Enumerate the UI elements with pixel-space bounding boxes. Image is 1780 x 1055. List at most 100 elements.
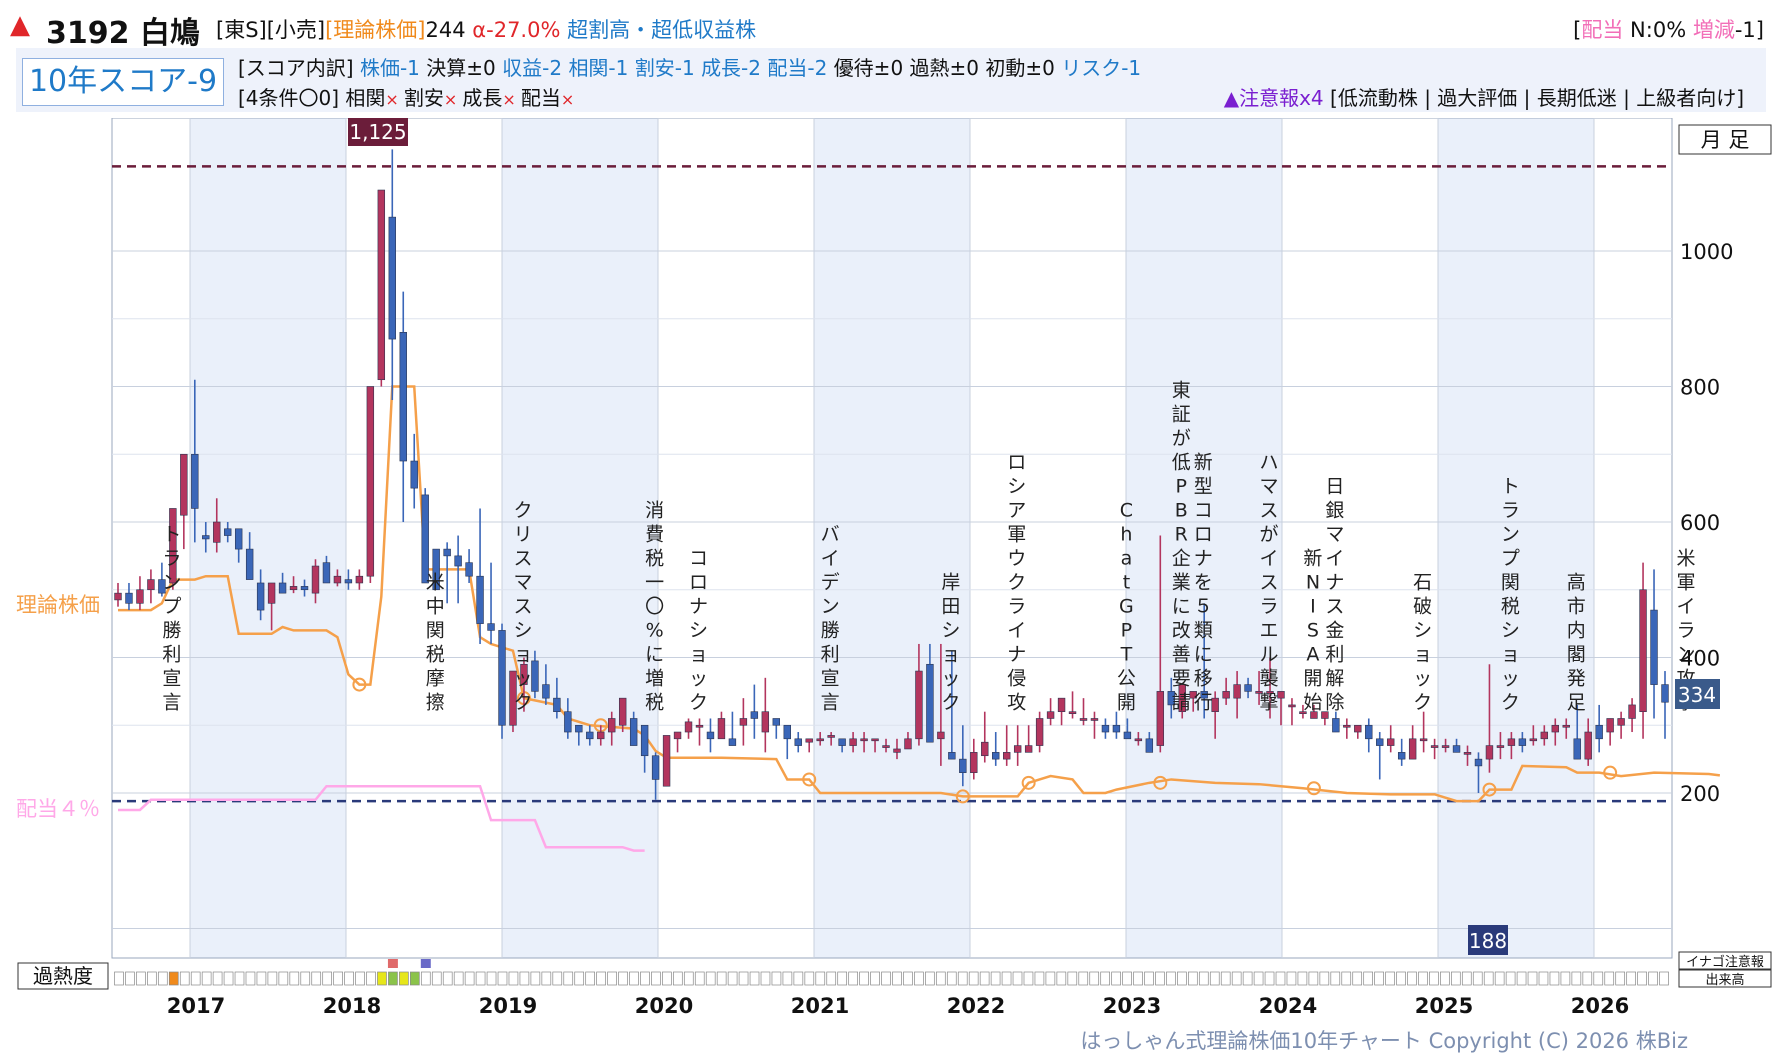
candle-body (1233, 684, 1241, 699)
event-label-char: 宣 (162, 667, 181, 689)
event-label-char: P (1121, 619, 1132, 641)
heat-cell (694, 971, 705, 986)
event-label-char: 利 (821, 643, 840, 665)
candle-body (454, 555, 462, 567)
x-tick-label: 2023 (1103, 994, 1161, 1018)
event-label-char: 米 (426, 571, 445, 593)
heat-cell (870, 971, 880, 986)
candle-body (1035, 718, 1044, 746)
cross-mark: × (502, 90, 521, 109)
candle-body (948, 752, 956, 760)
candle-body (564, 711, 572, 733)
candle (805, 738, 813, 753)
candle-body (750, 711, 759, 719)
event-label-char: ロ (1194, 523, 1213, 545)
event-label-char: 除 (1325, 691, 1344, 713)
heat-cell (212, 971, 223, 986)
heat-cell (837, 971, 848, 986)
event-label-char: イ (821, 547, 840, 569)
heat-cell (190, 971, 201, 986)
candle-body (1496, 745, 1505, 748)
x-tick-label: 2019 (479, 994, 537, 1018)
heat-cell (826, 971, 837, 986)
heat-cell (300, 971, 311, 986)
dividend-n: N:0% (1630, 18, 1687, 42)
candle (1024, 725, 1033, 753)
candle-body (904, 738, 912, 750)
event-label-char: に (645, 643, 664, 665)
candle-body (1507, 738, 1516, 746)
event-label-char: ク (1501, 691, 1520, 713)
event-label-char: 攻 (1007, 691, 1026, 713)
candle-body (794, 738, 802, 746)
heat-cell (201, 971, 212, 986)
heat-cell (738, 971, 749, 986)
candle (684, 718, 693, 739)
candle (673, 731, 682, 753)
candle-body (706, 731, 715, 740)
x-tick-label: 2022 (947, 994, 1005, 1018)
heat-cell (1078, 971, 1089, 986)
candle (1628, 698, 1636, 733)
event-label-char: 一 (645, 571, 664, 593)
candle-body (673, 731, 682, 740)
event-label-char: 擦 (426, 691, 445, 713)
candle (717, 711, 726, 740)
candle (1408, 725, 1417, 760)
score-item: 成長-2 (701, 56, 768, 80)
candle-body (1639, 589, 1647, 712)
event-label-char: ル (1260, 643, 1279, 665)
heat-cell (1034, 971, 1045, 986)
heat-mark (387, 959, 398, 968)
heat-cell (289, 971, 300, 986)
heat-cell (147, 971, 157, 986)
heat-cell (1648, 971, 1658, 986)
heat-cell (672, 971, 683, 986)
candle-body (761, 711, 770, 733)
candle (1639, 562, 1647, 739)
heat-cell (179, 971, 190, 986)
event-label-char: 関 (1501, 571, 1520, 593)
heat-cell (771, 971, 782, 986)
heat-cell (1582, 971, 1593, 986)
event-label-char: 内 (1567, 619, 1586, 641)
event-label-char: ョ (1501, 643, 1520, 665)
event-label-char: ラ (1501, 499, 1520, 521)
candle (783, 724, 791, 760)
condition-item: 成長 (462, 86, 503, 110)
event-label-char: を (1194, 571, 1213, 593)
event-label-char: ト (162, 523, 181, 545)
candle (1013, 725, 1022, 766)
heat-cell (1067, 971, 1078, 986)
heat-cell (508, 971, 519, 986)
event-label-char: 利 (162, 643, 181, 665)
event-label-char: ッ (941, 667, 960, 689)
event-label-char: プ (162, 595, 181, 617)
candle-body (1156, 691, 1165, 746)
candle-body (1211, 697, 1219, 713)
candle (377, 189, 386, 387)
candle-body (805, 738, 813, 743)
event-label-char: 勝 (162, 619, 181, 641)
heat-cell (1341, 971, 1352, 986)
candle (728, 711, 737, 746)
candle (981, 711, 989, 763)
event-label-char: h (1120, 523, 1132, 545)
heat-cell (782, 971, 793, 986)
heat-cell (640, 971, 650, 986)
candle-body (1661, 684, 1669, 703)
event-label-char: A (1306, 643, 1319, 665)
candle-body (147, 579, 155, 591)
candle-body (136, 589, 144, 604)
event-label-char: ナ (1325, 571, 1344, 593)
candle-body (399, 331, 407, 462)
candle-body (1101, 724, 1110, 733)
candle-body (278, 582, 287, 594)
heat-cell (618, 971, 628, 986)
heat-cell (486, 971, 497, 986)
candle-body (289, 586, 298, 591)
candle-body (1441, 745, 1450, 748)
heat-cell (1209, 971, 1220, 986)
event-label-char: ク (1413, 691, 1432, 713)
event-label-char: ハ (1260, 451, 1279, 473)
